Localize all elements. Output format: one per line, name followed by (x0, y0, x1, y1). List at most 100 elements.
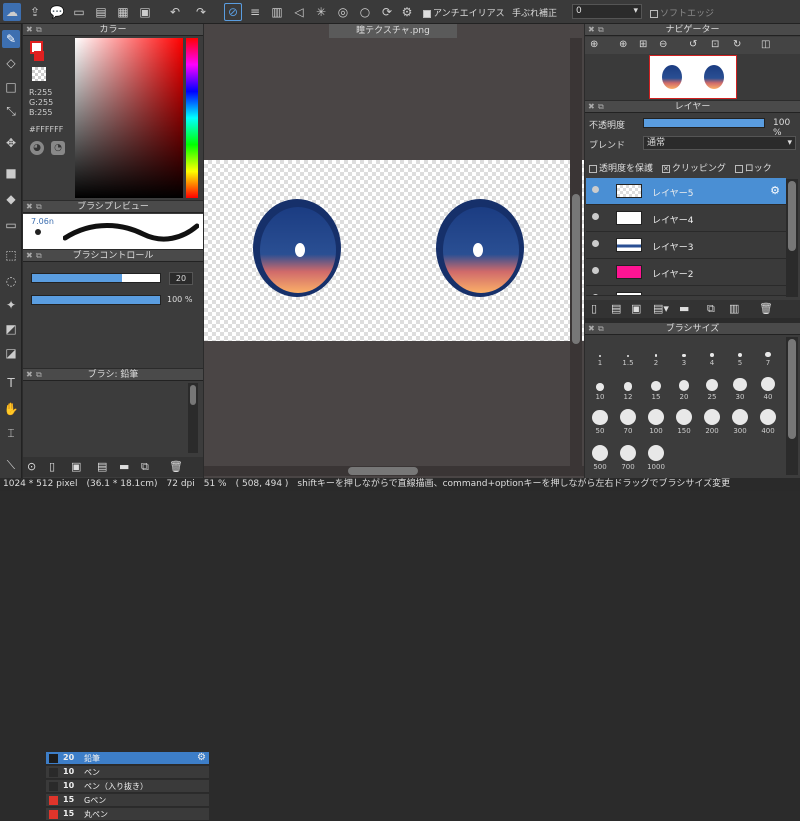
palette-icon[interactable]: ◕ (30, 141, 44, 155)
fill-tool-icon[interactable]: ◆ (2, 190, 20, 208)
brush-size-option[interactable]: 25 (699, 369, 725, 401)
hand-tool-icon[interactable]: ✋ (2, 400, 20, 418)
new-1bit-layer-icon[interactable]: ▣ (631, 302, 641, 315)
close-icon[interactable]: ✖ (26, 24, 33, 36)
brush-size-option[interactable]: 300 (727, 403, 753, 435)
layer-scrollbar[interactable] (786, 179, 798, 297)
popout-icon[interactable]: ⧉ (36, 250, 42, 262)
select-pen-icon[interactable]: ◩ (2, 320, 20, 338)
protect-alpha-toggle[interactable]: 透明度を保護 (589, 164, 653, 174)
new-brush-icon[interactable]: ▯ (49, 460, 55, 473)
popout-icon[interactable]: ⧉ (598, 24, 604, 36)
collapse-icon[interactable]: ⟍ (2, 456, 20, 474)
layer-row[interactable]: レイヤー3 (586, 232, 786, 259)
close-icon[interactable]: ✖ (26, 201, 33, 213)
layer-row[interactable]: レイヤー5 ⚙ (586, 178, 786, 205)
brush-duplicate-icon[interactable]: ⧉ (141, 460, 149, 474)
saturation-value-picker[interactable] (75, 38, 183, 198)
brush-size-option[interactable]: 70 (615, 403, 641, 435)
layer-row[interactable]: レイヤー2 (586, 259, 786, 286)
brush-size-option[interactable]: 30 (727, 369, 753, 401)
rotate-right-icon[interactable]: ↻ (733, 39, 741, 50)
brush-list-item[interactable]: 20 鉛筆 ⚙ (46, 752, 209, 765)
fit-screen-icon[interactable]: ⊞ (639, 39, 647, 50)
hue-slider[interactable] (186, 38, 198, 198)
popout-icon[interactable]: ⧉ (36, 201, 42, 213)
rotate-reset-icon[interactable]: ⊡ (711, 39, 719, 50)
brush-size-option[interactable]: 1000 (643, 439, 669, 471)
popout-icon[interactable]: ⧉ (598, 323, 604, 335)
canvas-hscrollbar[interactable] (204, 466, 584, 476)
brush-size-option[interactable]: 100 (643, 403, 669, 435)
close-icon[interactable]: ✖ (26, 369, 33, 381)
brush-list-item[interactable]: 15 丸ペン (46, 808, 209, 821)
comment-icon[interactable]: ▭ (70, 3, 88, 21)
layer-row[interactable]: レイヤー1 (586, 286, 786, 296)
brush-size-option[interactable]: 15 (643, 369, 669, 401)
select-rect-icon[interactable]: ⬚ (2, 246, 20, 264)
select-tool-icon[interactable]: □ (2, 78, 20, 96)
brush-size-option[interactable]: 40 (755, 369, 781, 401)
chat-icon[interactable]: 💬 (48, 3, 66, 21)
brush-size-value[interactable]: 20 (169, 272, 193, 285)
snap-circle-icon[interactable]: ◎ (334, 3, 352, 21)
brush-size-option[interactable]: 700 (615, 439, 641, 471)
rotate-left-icon[interactable]: ↺ (689, 39, 697, 50)
brush-size-scrollbar[interactable] (786, 337, 798, 475)
brush-tool-icon[interactable]: ✎ (2, 30, 20, 48)
brush-size-option[interactable]: 3 (671, 335, 697, 367)
lasso-tool-icon[interactable]: ◌ (2, 272, 20, 290)
brush-size-option[interactable]: 20 (671, 369, 697, 401)
brush-size-slider[interactable] (31, 273, 161, 283)
secondary-color-swatch[interactable] (34, 51, 44, 61)
navigator-viewport[interactable] (649, 55, 737, 99)
brush-size-option[interactable]: 200 (699, 403, 725, 435)
brush-list-item[interactable]: 15 Gペン (46, 794, 209, 807)
brush-list-item[interactable]: 10 ペン（入り抜き） (46, 780, 209, 793)
snap-off-icon[interactable]: ⊘ (224, 3, 242, 21)
app-icon[interactable]: ☁ (3, 3, 21, 21)
magic-wand-icon[interactable]: ✦ (2, 296, 20, 314)
brush-size-option[interactable]: 5 (727, 335, 753, 367)
save-icon[interactable]: ▣ (136, 3, 154, 21)
canvas-vscrollbar[interactable] (570, 38, 582, 466)
layer-merge-icon[interactable]: ▥ (729, 302, 739, 315)
new-halftone-layer-icon[interactable]: ▤ (611, 302, 621, 315)
brush-opacity-slider[interactable] (31, 295, 161, 305)
snap-gear-icon[interactable]: ⚙ (398, 3, 416, 21)
visibility-icon[interactable] (592, 240, 599, 247)
popout-icon[interactable]: ⧉ (36, 24, 42, 36)
color-picker-icon[interactable]: ◔ (51, 141, 65, 155)
brush-size-option[interactable]: 400 (755, 403, 781, 435)
brush-list-scrollbar[interactable] (188, 383, 198, 453)
antialias-toggle[interactable]: アンチエイリアス (423, 6, 505, 19)
add-layer-menu-icon[interactable]: ▤▾ (653, 302, 669, 315)
visibility-icon[interactable] (592, 186, 599, 193)
undo-icon[interactable]: ↶ (166, 3, 184, 21)
brush-size-option[interactable]: 4 (699, 335, 725, 367)
zoom-in-icon[interactable]: ⊕ (590, 39, 598, 50)
gear-icon[interactable]: ⚙ (197, 752, 206, 763)
new-layer-icon[interactable]: ▯ (591, 302, 597, 315)
zoom-out-icon[interactable]: ⊖ (659, 39, 667, 50)
eraser-tool-icon[interactable]: ◇ (2, 54, 20, 72)
layer-row[interactable]: レイヤー4 (586, 205, 786, 232)
brush-size-option[interactable]: 1 (587, 335, 613, 367)
stabilizer-select[interactable]: 0 ▾ (572, 4, 642, 19)
transparent-swatch[interactable] (32, 67, 46, 81)
brush-size-option[interactable]: 50 (587, 403, 613, 435)
gradient-tool-icon[interactable]: ▭ (2, 216, 20, 234)
eyedropper-icon[interactable]: ⌶ (2, 424, 20, 442)
page-icon[interactable]: ▤ (92, 3, 110, 21)
clipping-toggle[interactable]: ✕ クリッピング (661, 164, 726, 174)
popout-icon[interactable]: ⧉ (36, 369, 42, 381)
close-icon[interactable]: ✖ (26, 250, 33, 262)
move-tool-icon[interactable]: ✥ (2, 134, 20, 152)
shape-tool-icon[interactable]: ■ (2, 164, 20, 182)
brush-folder-icon[interactable]: ▬ (119, 460, 129, 473)
brush-list-item[interactable]: 10 ペン (46, 766, 209, 779)
document-tab[interactable]: 瞳テクスチャ.png (329, 24, 457, 38)
gear-icon[interactable]: ⚙ (770, 184, 780, 197)
layer-delete-icon[interactable]: 🗑 (759, 302, 773, 315)
brush-size-option[interactable]: 1.5 (615, 335, 641, 367)
